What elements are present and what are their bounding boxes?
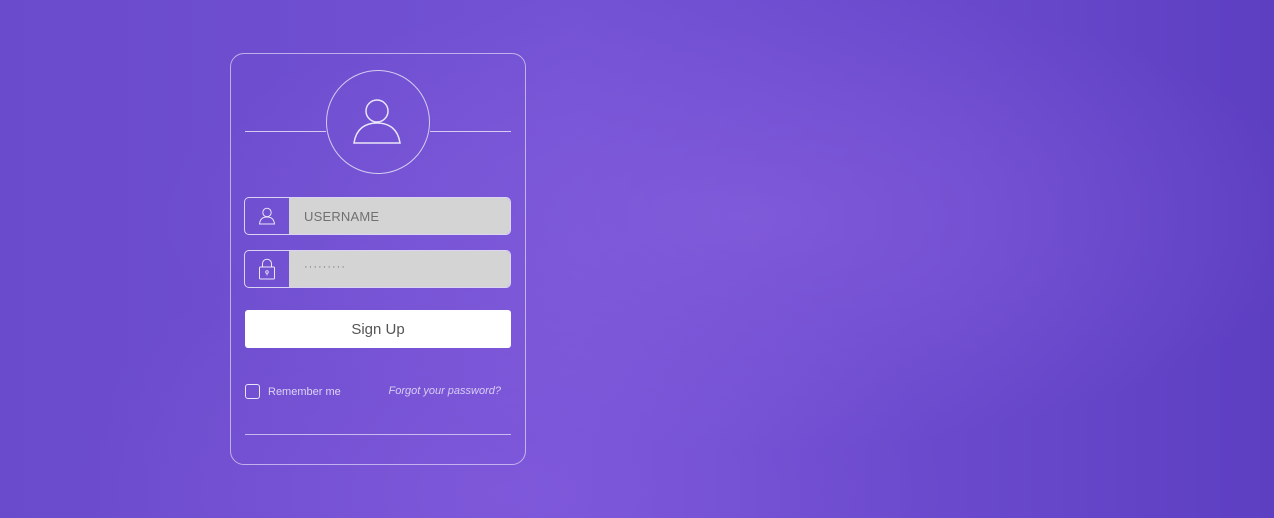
user-icon [258,207,276,225]
remember-me-label: Remember me [268,385,341,398]
remember-me-checkbox[interactable] [245,384,260,399]
bottom-divider [245,434,511,435]
user-avatar-icon [353,99,401,144]
avatar-divider-right [430,131,511,132]
sign-up-button[interactable]: Sign Up [245,310,511,348]
lock-icon [259,258,275,280]
password-field[interactable]: ········· [244,250,511,288]
avatar-divider-left [245,131,326,132]
username-icon-box [245,198,289,234]
password-icon-box [245,251,289,287]
password-input[interactable]: ········· [289,251,510,287]
avatar [326,70,430,174]
forgot-password-link[interactable]: Forgot your password? [389,385,502,397]
username-input[interactable]: USERNAME [289,198,510,234]
username-field[interactable]: USERNAME [244,197,511,235]
login-card: USERNAME ········· Sign Up Remember me F… [230,53,526,465]
remember-me[interactable]: Remember me [245,384,341,399]
